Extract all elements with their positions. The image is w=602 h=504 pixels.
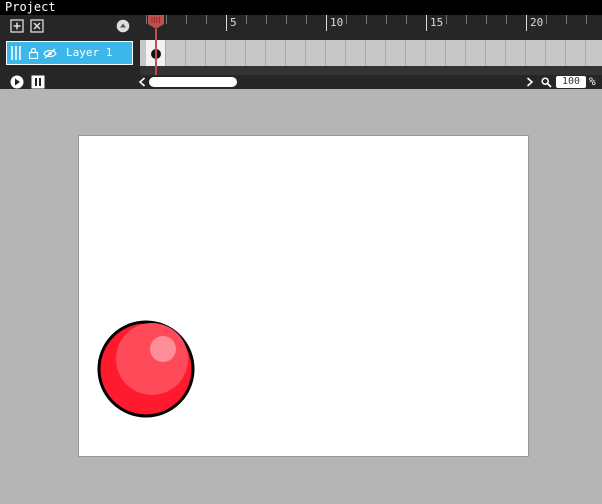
frame-cell[interactable] <box>546 40 566 66</box>
delete-layer-icon[interactable] <box>30 19 44 33</box>
magnifier-icon <box>541 77 552 88</box>
lock-icon[interactable] <box>28 47 39 59</box>
frame-cell[interactable] <box>346 40 366 66</box>
playhead-handle[interactable] <box>147 15 165 29</box>
zoom-input[interactable]: 100 <box>556 76 586 88</box>
frame-cell[interactable] <box>306 40 326 66</box>
add-layer-icon[interactable] <box>10 19 24 33</box>
frame-cell[interactable] <box>206 40 226 66</box>
frame-cell[interactable] <box>246 40 266 66</box>
frame-cell[interactable] <box>266 40 286 66</box>
layer-name: Layer 1 <box>66 46 113 59</box>
timeline-ruler[interactable]: 5 10 15 20 <box>140 15 602 37</box>
frame-track[interactable] <box>140 40 602 66</box>
frame-cell[interactable] <box>386 40 406 66</box>
window-title: Project <box>0 0 602 15</box>
stage-canvas[interactable] <box>78 135 529 457</box>
frame-cell[interactable] <box>406 40 426 66</box>
layer-row-1[interactable]: Layer 1 <box>6 41 133 65</box>
frame-cell[interactable] <box>586 40 602 66</box>
red-ball-shape[interactable] <box>97 318 197 421</box>
play-icon[interactable] <box>10 75 24 89</box>
playhead-line <box>155 29 157 75</box>
eye-hidden-icon[interactable] <box>43 48 57 59</box>
frame-cell[interactable] <box>166 40 186 66</box>
timeline-panel: 5 10 15 20 Layer 1 100 % <box>0 15 602 89</box>
scroll-left-icon[interactable] <box>138 77 146 87</box>
scroll-right-icon[interactable] <box>526 77 534 87</box>
frame-cell[interactable] <box>186 40 206 66</box>
frame-cell[interactable] <box>326 40 346 66</box>
frame-cell[interactable] <box>526 40 546 66</box>
frame-cell[interactable] <box>426 40 446 66</box>
ruler-label: 15 <box>430 16 444 29</box>
frame-cell[interactable] <box>366 40 386 66</box>
drag-handle-icon[interactable] <box>10 46 22 60</box>
frame-cell[interactable] <box>286 40 306 66</box>
onion-skin-icon[interactable] <box>116 19 130 33</box>
ruler-label: 5 <box>230 16 237 29</box>
frame-track-footer <box>140 66 602 75</box>
layer-header <box>0 15 138 37</box>
frame-cell[interactable] <box>566 40 586 66</box>
frame-cell[interactable] <box>226 40 246 66</box>
timeline-scrollbar[interactable] <box>149 77 237 87</box>
playback-controls: 100 % <box>0 75 602 89</box>
frame-cell[interactable] <box>506 40 526 66</box>
frame-cell[interactable] <box>446 40 466 66</box>
frame-cell[interactable] <box>466 40 486 66</box>
pause-icon[interactable] <box>31 75 45 89</box>
zoom-unit: % <box>589 75 596 88</box>
ruler-label: 20 <box>530 16 544 29</box>
ruler-label: 10 <box>330 16 344 29</box>
frame-cell[interactable] <box>486 40 506 66</box>
